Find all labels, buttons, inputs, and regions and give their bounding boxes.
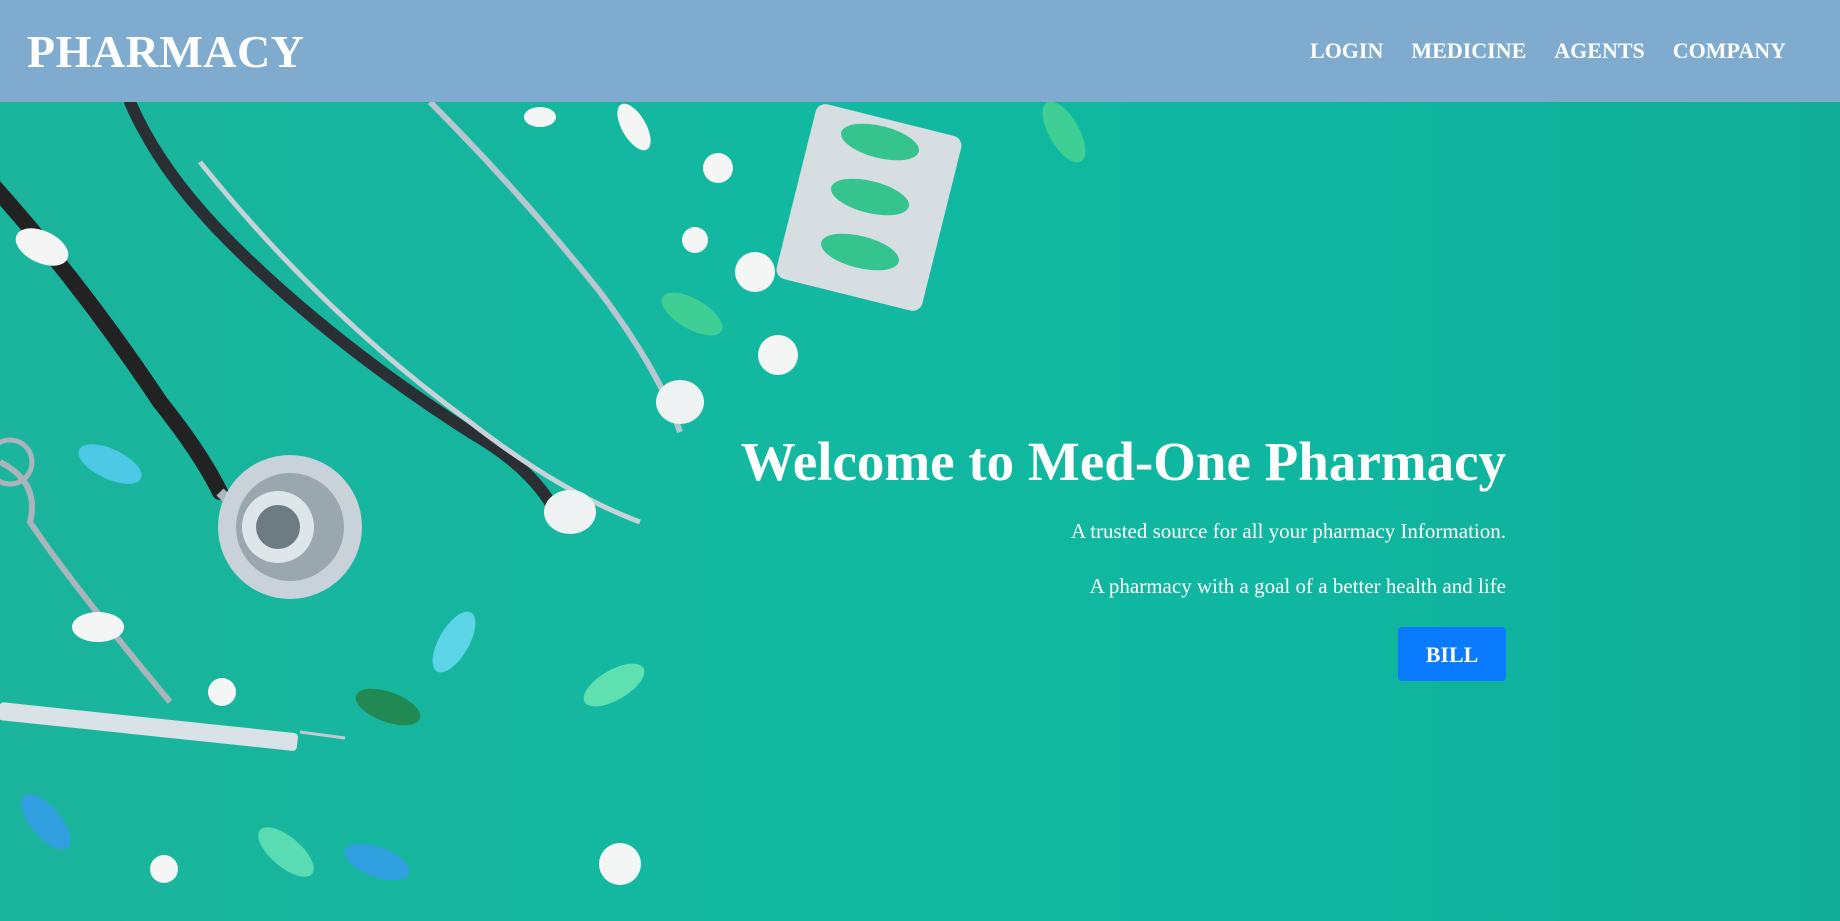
nav-link-login[interactable]: LOGIN [1310, 38, 1383, 64]
hero-section: Welcome to Med-One Pharmacy A trusted so… [0, 102, 1840, 921]
nav-link-medicine[interactable]: MEDICINE [1411, 38, 1526, 64]
hero-tagline-2: A pharmacy with a goal of a better healt… [1089, 573, 1506, 598]
hero-content: Welcome to Med-One Pharmacy A trusted so… [740, 431, 1506, 681]
hero-title: Welcome to Med-One Pharmacy [740, 431, 1506, 492]
nav-link-agents[interactable]: AGENTS [1554, 38, 1644, 64]
hero-tagline-1: A trusted source for all your pharmacy I… [1070, 518, 1506, 543]
nav-link-company[interactable]: COMPANY [1673, 38, 1786, 64]
nav-links: LOGIN MEDICINE AGENTS COMPANY [1310, 38, 1786, 64]
navbar: PHARMACY LOGIN MEDICINE AGENTS COMPANY [0, 0, 1840, 102]
brand-logo[interactable]: PHARMACY [27, 25, 304, 78]
bill-button[interactable]: BILL [1398, 626, 1506, 681]
